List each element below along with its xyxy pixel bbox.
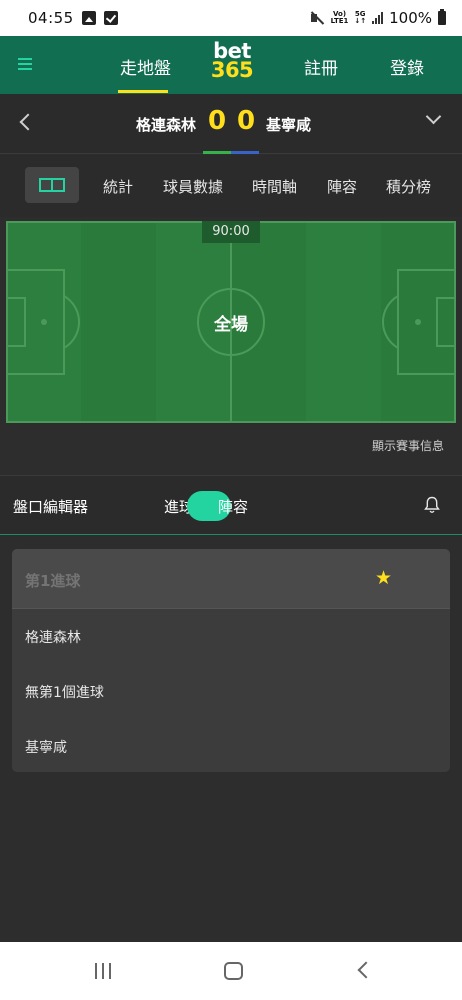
- pitch-icon: [39, 178, 65, 192]
- tab-standings[interactable]: 積分榜: [386, 176, 431, 197]
- checkbox-icon: [103, 11, 118, 25]
- chevron-down-icon[interactable]: [425, 108, 442, 125]
- recents-icon[interactable]: [95, 963, 113, 979]
- toggle-lineups-label[interactable]: 陣容: [218, 496, 248, 517]
- chevron-left-icon[interactable]: [19, 113, 37, 131]
- volte-bottom: LTE1: [330, 17, 349, 25]
- home-kit-color: [203, 151, 231, 154]
- away-team-name: 基寧咸: [266, 116, 312, 134]
- star-icon[interactable]: ★: [375, 567, 392, 589]
- home-icon[interactable]: [224, 962, 243, 980]
- app-header: 走地盤 bet 365 註冊 登錄: [0, 36, 462, 94]
- tab-timeline[interactable]: 時間軸: [252, 176, 297, 197]
- market-editor-button[interactable]: 盤口編輯器: [13, 496, 88, 517]
- register-link[interactable]: 註冊: [304, 54, 338, 79]
- status-time: 04:55: [28, 9, 74, 27]
- tab-stats[interactable]: 統計: [103, 176, 133, 197]
- match-status: 全場: [214, 315, 248, 335]
- match-clock: 90:00: [202, 221, 260, 243]
- bell-icon[interactable]: [424, 496, 440, 514]
- tab-lineups[interactable]: 陣容: [327, 176, 357, 197]
- mute-icon: [309, 11, 325, 25]
- market-option[interactable]: 基寧咸: [25, 737, 67, 757]
- back-icon[interactable]: [357, 961, 375, 979]
- status-bar: 04:55 Vo) LTE1 5G ↓↑ 100%: [0, 0, 462, 36]
- bet365-logo[interactable]: bet 365: [208, 41, 256, 82]
- tab-player-stats[interactable]: 球員數據: [163, 176, 223, 197]
- market-option[interactable]: 無第1個進球: [25, 682, 104, 702]
- market-title: 第1進球: [25, 572, 81, 590]
- battery-icon: [438, 9, 446, 25]
- network-5g-indicator: 5G ↓↑: [354, 10, 367, 25]
- home-team-name: 格連森林: [135, 116, 196, 134]
- home-score: 0: [208, 106, 227, 136]
- tab-pitch[interactable]: [25, 167, 79, 203]
- status-right: Vo) LTE1 5G ↓↑ 100%: [309, 9, 446, 27]
- scoreboard: 格連森林 0 0 基寧咸: [0, 94, 462, 154]
- logo-bottom-text: 365: [210, 58, 254, 82]
- match-tabs: 統計 球員數據 時間軸 陣容 積分榜: [0, 155, 462, 217]
- market-card: 第1進球 ★ 格連森林 無第1個進球 基寧咸: [12, 549, 450, 772]
- system-nav-bar: [0, 942, 462, 1000]
- login-link[interactable]: 登錄: [390, 54, 424, 79]
- hamburger-icon[interactable]: [18, 58, 32, 70]
- status-left: 04:55: [28, 9, 118, 27]
- nav-in-play[interactable]: 走地盤: [120, 54, 171, 79]
- network-5g-label: 5G: [354, 10, 366, 18]
- market-card-header[interactable]: 第1進球 ★: [12, 549, 450, 609]
- away-score: 0: [237, 106, 256, 136]
- gallery-icon: [81, 11, 96, 25]
- market-option[interactable]: 格連森林: [25, 627, 81, 647]
- show-match-info-link[interactable]: 顯示賽事信息: [372, 437, 444, 454]
- away-kit-color: [231, 151, 259, 154]
- volte-indicator: Vo) LTE1: [331, 11, 349, 25]
- nav-in-play-indicator: [118, 90, 168, 93]
- battery-percent: 100%: [389, 9, 432, 27]
- market-bar: 盤口編輯器 進球 陣容: [0, 475, 462, 535]
- signal-icon: [372, 12, 384, 24]
